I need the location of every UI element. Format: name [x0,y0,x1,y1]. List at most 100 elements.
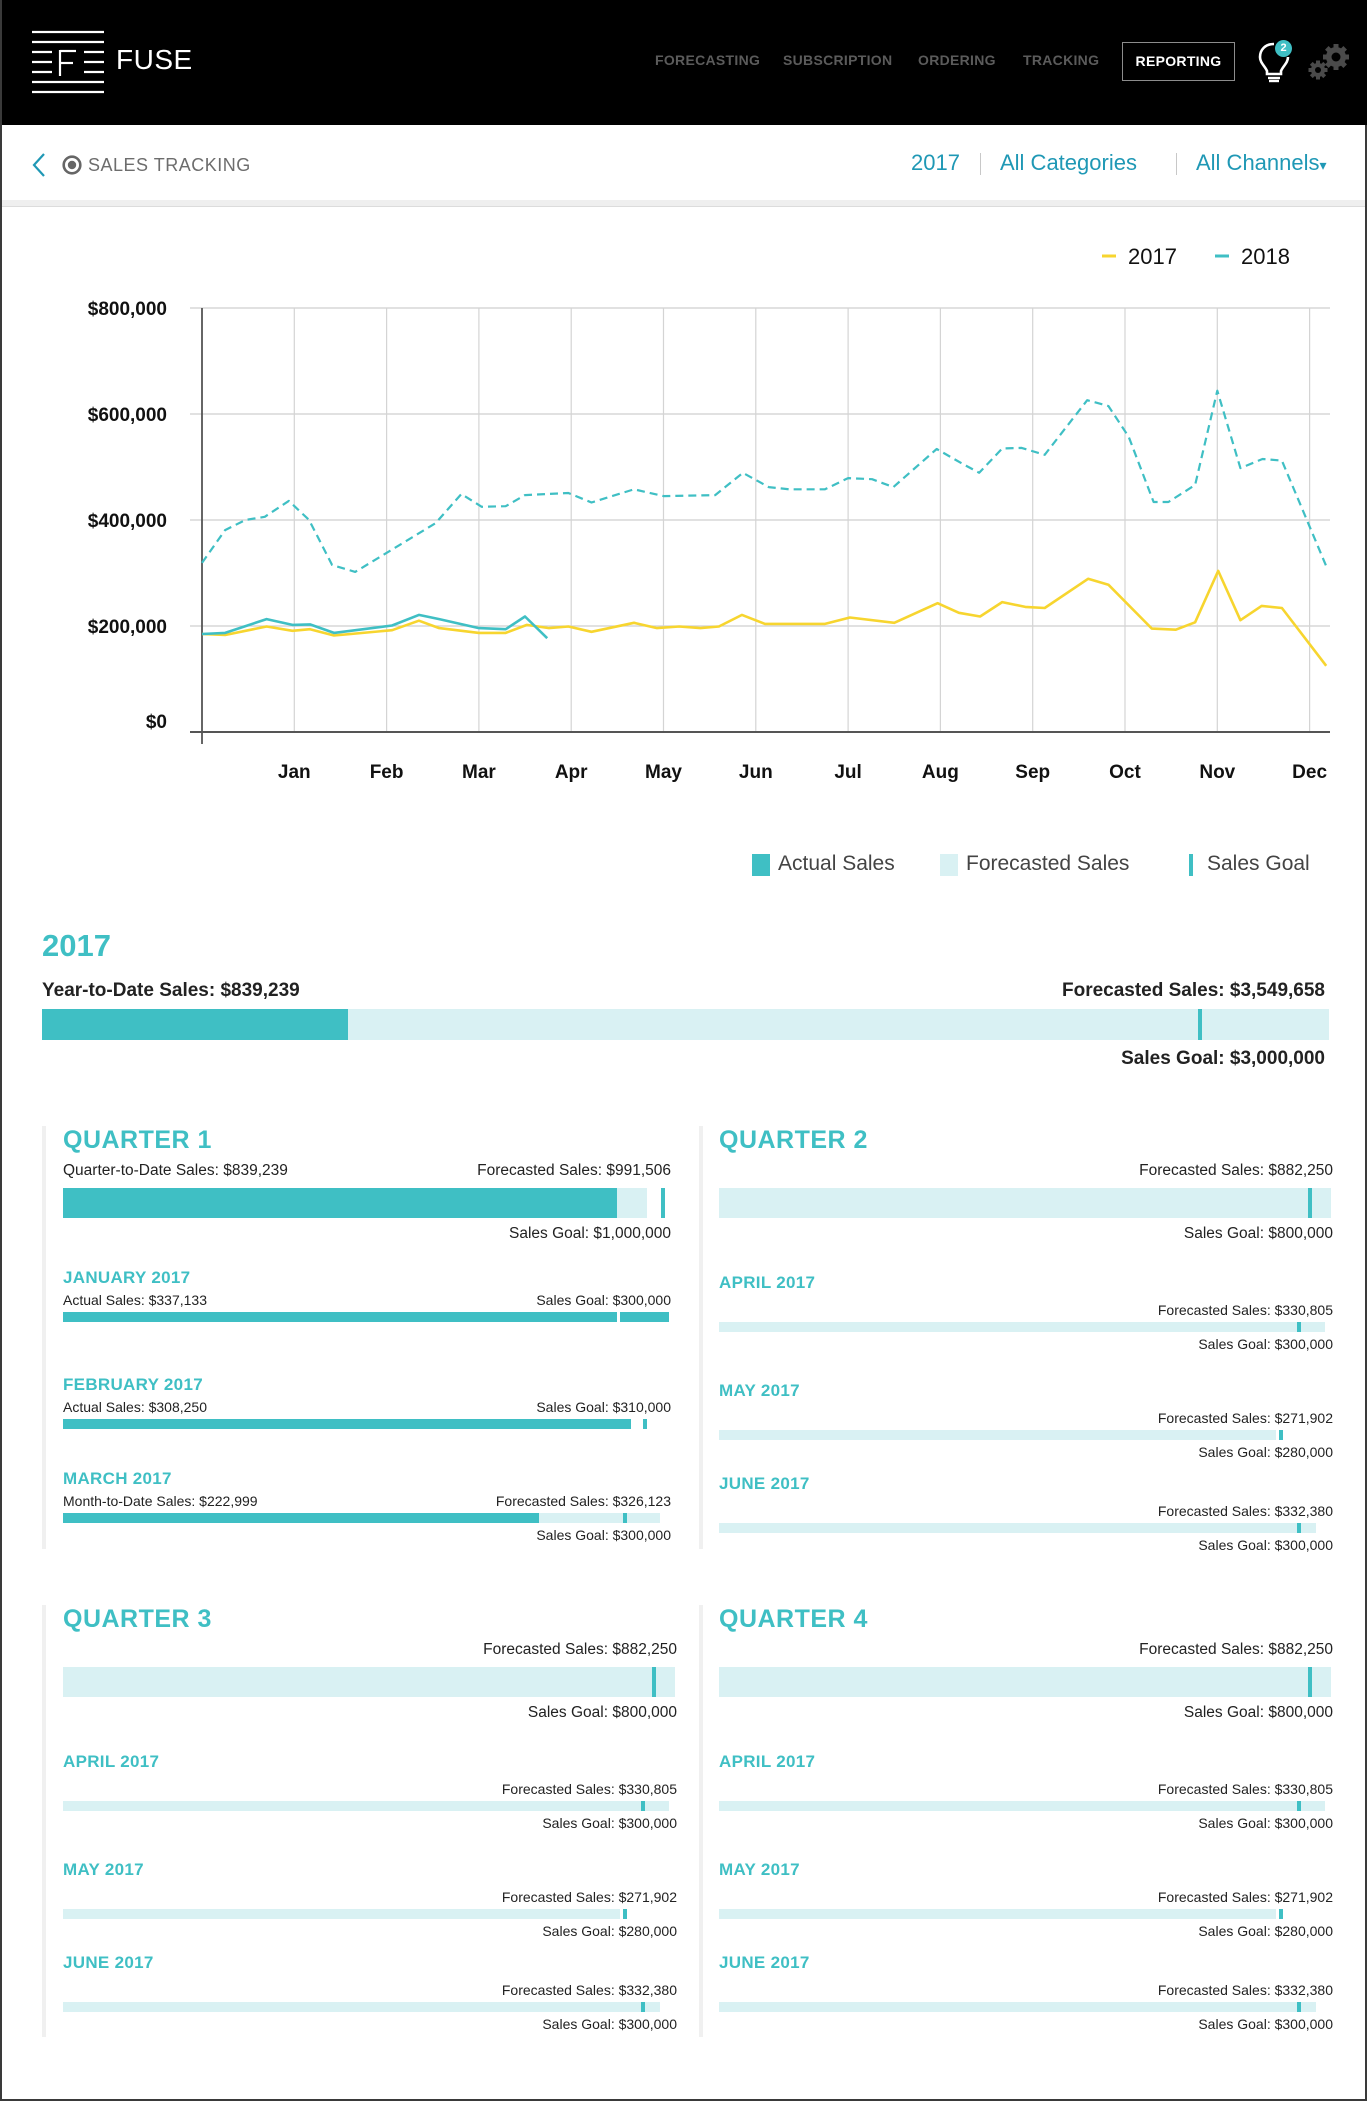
quarter-title: QUARTER 1 [63,1126,212,1154]
month-right-label: Forecasted Sales: $332,380 [501,1982,677,1998]
month-right-label: Forecasted Sales: $271,902 [501,1889,677,1905]
nav-tracking[interactable]: TRACKING [1023,52,1099,68]
actual-fill [63,1188,618,1218]
gears-icon[interactable] [1308,44,1352,80]
x-tick-label: May [645,762,682,783]
forecast-fill [719,1430,1276,1440]
series-line-2017 [201,569,1328,667]
month-title: MAY 2017 [63,1860,144,1879]
sales-goal-marker [623,1513,628,1523]
series-line-2018-forecast [201,389,1329,574]
brand-name: FUSE [116,44,193,75]
month-right-label: Forecasted Sales: $326,123 [495,1493,671,1509]
nav-subscription[interactable]: SUBSCRIPTION [783,52,892,68]
month-right-label: Forecasted Sales: $332,380 [1157,1982,1333,1998]
month-title: JUNE 2017 [719,1474,810,1493]
quarter-title: QUARTER 4 [719,1605,868,1633]
category-filter[interactable]: All Categories [1000,150,1137,176]
x-tick-label: Jul [834,762,861,783]
y-axis-ticks: $0 $200,000 $400,000 $600,000 $800,000 [88,299,167,733]
month-goal-label: Sales Goal: $280,000 [1198,1444,1333,1460]
month-progress-bar [719,1322,1331,1332]
quarter-progress-bar [63,1188,669,1218]
x-tick-label: Feb [370,762,404,783]
quarter-card: QUARTER 4 Forecasted Sales: $882,250 Sales… [699,1605,1337,2037]
sales-goal-marker [642,1419,647,1429]
month-actual-label: Month-to-Date Sales: $222,999 [63,1493,258,1509]
sales-line-chart: $0 $200,000 $400,000 $600,000 $800,000 Jan Fe… [88,244,1330,783]
filter-divider [1176,153,1177,175]
month-right-label: Sales Goal: $310,000 [536,1399,671,1415]
header-divider [2,200,1365,207]
quarter-goal-label: Sales Goal: $800,000 [527,1704,677,1721]
sales-goal-marker [622,1909,627,1919]
y-tick-label: $200,000 [88,617,167,638]
forecast-fill [719,1523,1316,1533]
month-progress-bar [719,1801,1331,1811]
quarter-forecast-label: Forecasted Sales: $991,506 [477,1162,671,1179]
month-right-label: Forecasted Sales: $330,805 [1157,1302,1333,1318]
page-title: SALES TRACKING [88,155,251,175]
chart-series [201,389,1329,667]
month-title: MAY 2017 [719,1381,800,1400]
legend-label-2017: 2017 [1128,244,1177,269]
nav-ordering[interactable]: ORDERING [918,52,996,68]
forecast-fill [63,1801,669,1811]
fuse-logo-icon[interactable] [32,30,104,94]
month-progress-bar [63,1312,669,1322]
chevron-left-icon[interactable] [32,152,46,178]
nav-forecasting[interactable]: FORECASTING [655,52,760,68]
month-progress-bar [63,1909,675,1919]
quarter-to-date-label: Quarter-to-Date Sales: $839,239 [63,1162,288,1179]
year-goal-label: Sales Goal: $3,000,000 [1121,1048,1325,1069]
quarter-card: QUARTER 3 Forecasted Sales: $882,250 Sales… [42,1605,681,2037]
nav-reporting[interactable]: REPORTING [1122,42,1235,81]
month-title: JANUARY 2017 [63,1268,191,1287]
sales-goal-marker [1296,1322,1301,1332]
quarter-progress-bar [719,1188,1331,1218]
y-tick-label: $0 [146,712,167,733]
y-tick-label: $600,000 [88,405,167,426]
quarter-progress-bar [63,1667,675,1697]
month-title: JUNE 2017 [719,1953,810,1972]
actual-fill [63,1419,632,1429]
month-progress-bar [719,1430,1331,1440]
month-progress-bar [719,2002,1331,2012]
channel-filter[interactable]: All Channels▾ [1196,150,1327,176]
sales-goal-marker [1278,1909,1283,1919]
quarter-title: QUARTER 2 [719,1126,868,1154]
month-goal-label: Sales Goal: $280,000 [1198,1923,1333,1939]
sales-goal-marker [1296,1523,1301,1533]
sales-goal-marker [1307,1188,1312,1218]
month-progress-bar [63,2002,675,2012]
month-actual-label: Actual Sales: $308,250 [63,1399,207,1415]
quarter-goal-label: Sales Goal: $800,000 [1183,1225,1333,1242]
x-tick-label: Aug [922,762,959,783]
x-axis-ticks: Jan Feb Mar Apr May Jun Jul Aug Sep Oct Nov Dec [278,762,1328,783]
month-goal-label: Sales Goal: $300,000 [1198,1815,1333,1831]
actual-fill [42,1009,349,1040]
year-progress-bar [42,1009,1329,1040]
x-tick-label: Mar [462,762,496,783]
y-tick-label: $400,000 [88,511,167,532]
month-progress-bar [63,1801,675,1811]
legend-actual-sales: Actual Sales [778,852,895,875]
year-filter[interactable]: 2017 [911,150,960,176]
forecast-fill [719,1188,1331,1218]
month-goal-label: Sales Goal: $300,000 [1198,1336,1333,1352]
month-right-label: Forecasted Sales: $332,380 [1157,1503,1333,1519]
x-tick-label: Jan [278,762,311,783]
notification-badge: 2 [1275,40,1292,57]
year-forecast-label: Forecasted Sales: $3,549,658 [1061,980,1325,1001]
quarter-card: QUARTER 1 Quarter-to-Date Sales: $839,239… [42,1126,675,1549]
month-title: FEBRUARY 2017 [63,1375,203,1394]
month-actual-label: Actual Sales: $337,133 [63,1292,207,1308]
legend-forecasted-sales: Forecasted Sales [966,852,1130,875]
x-tick-label: Sep [1015,762,1050,783]
y-tick-label: $800,000 [88,299,167,320]
month-goal-label: Sales Goal: $300,000 [1198,1537,1333,1553]
month-right-label: Forecasted Sales: $271,902 [1157,1410,1333,1426]
sales-goal-marker [1198,1009,1203,1040]
quarter-card: QUARTER 2 Forecasted Sales: $882,250 Sales… [699,1126,1337,1553]
month-title: APRIL 2017 [719,1752,816,1771]
